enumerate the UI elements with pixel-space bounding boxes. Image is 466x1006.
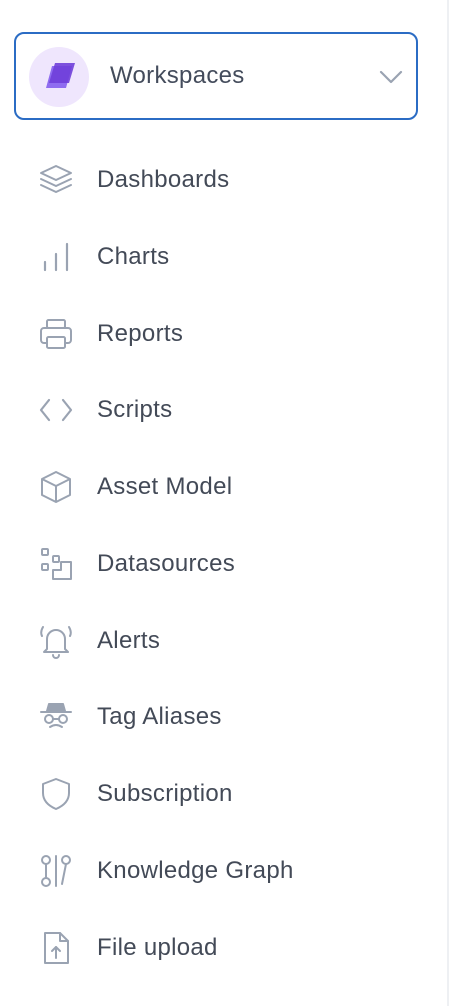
datasource-icon [38, 546, 74, 582]
file-upload-icon [38, 930, 74, 966]
bar-chart-icon [38, 239, 74, 275]
code-icon [38, 392, 74, 428]
layers-icon [38, 162, 74, 198]
sidebar-item-file-upload[interactable]: File upload [28, 918, 428, 978]
sidebar-item-label: Datasources [97, 550, 236, 577]
sidebar-item-label: Asset Model [97, 473, 233, 500]
bell-icon [38, 623, 74, 659]
sidebar-item-label: Dashboards [97, 166, 230, 193]
sidebar-item-dashboards[interactable]: Dashboards [28, 150, 428, 210]
sidebar-item-reports[interactable]: Reports [28, 304, 428, 364]
sidebar-item-scripts[interactable]: Scripts [28, 380, 428, 440]
sidebar-item-tag-aliases[interactable]: Tag Aliases [28, 687, 428, 747]
chevron-down-icon[interactable] [378, 64, 404, 90]
workspace-label: Workspaces [110, 62, 245, 89]
sidebar-item-label: Alerts [97, 627, 161, 654]
sidebar-item-label: File upload [97, 934, 218, 961]
sidebar-item-asset-model[interactable]: Asset Model [28, 457, 428, 517]
sidebar-item-label: Knowledge Graph [97, 857, 294, 884]
incognito-icon [38, 699, 74, 735]
printer-icon [38, 316, 74, 352]
shield-icon [38, 776, 74, 812]
sidebar-item-knowledge-graph[interactable]: Knowledge Graph [28, 841, 428, 901]
sidebar-item-label: Tag Aliases [97, 703, 222, 730]
workspace-logo-icon [29, 47, 89, 107]
sidebar-item-subscription[interactable]: Subscription [28, 764, 428, 824]
sidebar-divider [447, 0, 449, 1006]
sidebar-item-label: Scripts [97, 396, 173, 423]
workspace-selector[interactable]: Workspaces [14, 32, 418, 120]
sidebar-item-label: Reports [97, 320, 184, 347]
sidebar: Workspaces Dashboards Charts Reports Scr… [0, 0, 447, 1006]
sidebar-item-datasources[interactable]: Datasources [28, 534, 428, 594]
sidebar-item-charts[interactable]: Charts [28, 227, 428, 287]
sidebar-item-alerts[interactable]: Alerts [28, 611, 428, 671]
cube-icon [38, 469, 74, 505]
sidebar-item-label: Subscription [97, 780, 233, 807]
graph-icon [38, 853, 74, 889]
sidebar-item-label: Charts [97, 243, 170, 270]
